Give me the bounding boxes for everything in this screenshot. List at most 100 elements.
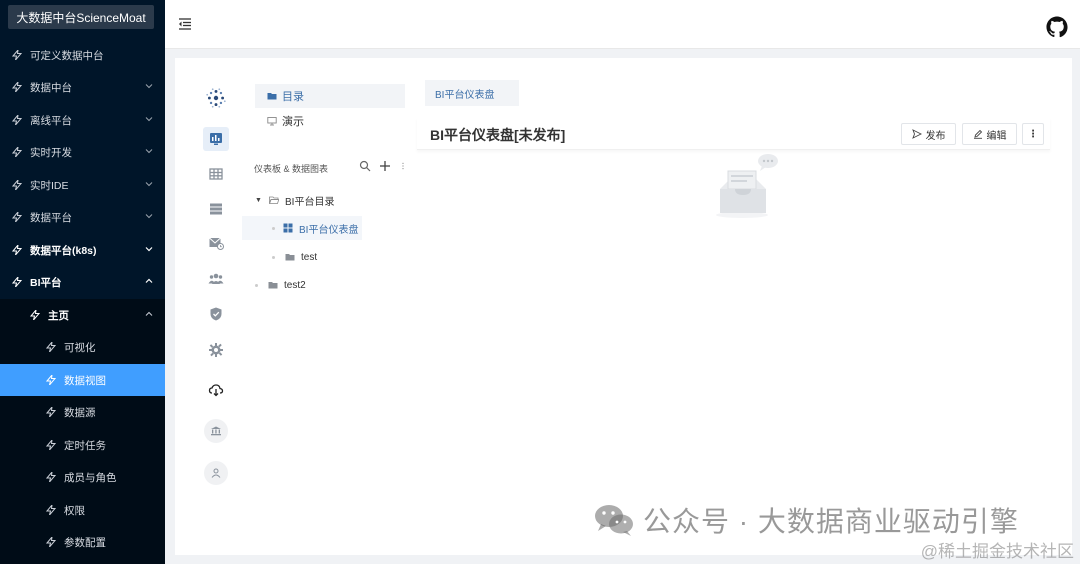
lightning-icon	[30, 310, 40, 320]
monitor-icon	[267, 117, 277, 126]
chevron-down-icon	[145, 117, 153, 122]
tree-node-label: test	[301, 251, 318, 263]
lightning-icon	[46, 505, 56, 515]
users-icon[interactable]	[203, 267, 229, 291]
sidebar: 大数据中台ScienceMoat 可定义数据中台 数据中台 离线平台 实时开发 …	[0, 0, 165, 564]
dashboard-grid-icon	[283, 223, 293, 233]
menu-item-members-roles[interactable]: 成员与角色	[0, 461, 165, 493]
menu-item-data-view[interactable]: 数据视图	[0, 364, 165, 396]
cloud-download-icon[interactable]	[203, 378, 229, 402]
watermark-main: 公众号 · 大数据商业驱动引擎	[593, 500, 1019, 540]
edit-icon	[973, 129, 982, 139]
menu-label: 可视化	[64, 341, 96, 354]
lightning-icon	[46, 407, 56, 417]
github-icon[interactable]	[1046, 16, 1068, 38]
chevron-down-icon	[145, 214, 153, 219]
chevron-down-icon	[145, 182, 153, 187]
menu-item-custom-data-platform[interactable]: 可定义数据中台	[0, 39, 165, 71]
tab-bi-dashboard[interactable]: BI平台仪表盘	[425, 80, 519, 106]
menu-label: 实时IDE	[30, 179, 69, 192]
more-button[interactable]: ⋮	[1022, 123, 1044, 145]
chevron-down-icon	[145, 84, 153, 89]
plus-icon[interactable]	[379, 160, 391, 172]
lightning-icon	[12, 115, 22, 125]
lightning-icon	[46, 375, 56, 385]
menu-item-data-middle-platform[interactable]: 数据中台	[0, 71, 165, 103]
menu-item-param-config[interactable]: 参数配置	[0, 526, 165, 558]
menu-item-data-source[interactable]: 数据源	[0, 396, 165, 428]
folder-icon	[267, 93, 277, 100]
lightning-icon	[12, 245, 22, 255]
tab-demo[interactable]: 演示	[255, 109, 405, 133]
dashboard-icon[interactable]	[203, 127, 229, 151]
list-icon[interactable]	[203, 197, 229, 221]
tree-dot	[272, 226, 275, 230]
menu-label: 数据源	[64, 406, 96, 419]
chevron-up-icon	[145, 311, 153, 316]
more-vertical-icon[interactable]	[399, 160, 407, 172]
tree-node-test[interactable]: test	[272, 245, 372, 269]
menu-fold-icon[interactable]	[178, 17, 192, 31]
folder-icon	[285, 254, 295, 261]
tree-node-label: BI平台仪表盘	[299, 224, 359, 236]
menu-item-realtime-dev[interactable]: 实时开发	[0, 136, 165, 168]
logo-icon	[203, 86, 229, 110]
tab-label: 目录	[282, 91, 304, 103]
schedule-icon[interactable]	[203, 231, 229, 255]
menu-label: 数据平台(k8s)	[30, 244, 97, 257]
tree-dot	[272, 255, 275, 259]
menu-label: 实时开发	[30, 146, 72, 159]
chevron-down-icon	[145, 149, 153, 154]
menu-label: BI平台	[30, 276, 62, 289]
menu-label: 成员与角色	[64, 471, 117, 484]
publish-button[interactable]: 发布	[901, 123, 956, 145]
tab-directory[interactable]: 目录	[255, 84, 405, 108]
empty-state-icon	[716, 154, 778, 218]
menu-label: 主页	[48, 309, 69, 322]
brand-title[interactable]: 大数据中台ScienceMoat	[8, 5, 154, 29]
table-icon[interactable]	[203, 162, 229, 186]
lightning-icon	[12, 82, 22, 92]
shield-icon[interactable]	[203, 302, 229, 326]
lightning-icon	[12, 277, 22, 287]
watermark-text: 公众号 · 大数据商业驱动引擎	[643, 506, 1019, 537]
search-icon[interactable]	[359, 160, 371, 172]
folder-open-icon	[269, 196, 279, 204]
caret-down-icon[interactable]: ▼	[255, 197, 263, 204]
menu-item-realtime-ide[interactable]: 实时IDE	[0, 169, 165, 201]
menu-label: 数据视图	[64, 374, 106, 387]
user-icon[interactable]	[204, 461, 228, 485]
main-card: 目录 演示 仪表板 & 数据图表 ▼ BI平台目录 BI平台仪表盘 test t…	[175, 58, 1072, 555]
menu-item-data-platform[interactable]: 数据平台	[0, 201, 165, 233]
lightning-icon	[12, 147, 22, 157]
tree-node-bi-dashboard[interactable]: BI平台仪表盘	[242, 216, 362, 240]
tree-node-label: BI平台目录	[285, 196, 335, 208]
tree-node-label: test2	[284, 279, 306, 291]
menu-label: 参数配置	[64, 536, 106, 549]
menu-item-scheduled-tasks[interactable]: 定时任务	[0, 429, 165, 461]
tree-node-bi-directory[interactable]: ▼ BI平台目录	[255, 188, 405, 212]
menu-item-home[interactable]: 主页	[0, 299, 165, 331]
menu-label: 定时任务	[64, 439, 106, 452]
menu-item-visualization[interactable]: 可视化	[0, 331, 165, 363]
send-icon	[911, 129, 922, 139]
tree-node-test2[interactable]: test2	[255, 273, 355, 297]
lightning-icon	[12, 180, 22, 190]
lightning-icon	[46, 342, 56, 352]
menu-label: 权限	[64, 504, 85, 517]
lightning-icon	[46, 537, 56, 547]
menu-item-bi-platform[interactable]: BI平台	[0, 266, 165, 298]
settings-icon[interactable]	[203, 338, 229, 362]
lightning-icon	[46, 472, 56, 482]
publish-label: 发布	[925, 130, 946, 142]
bank-icon[interactable]	[204, 419, 228, 443]
menu-label: 可定义数据中台	[30, 49, 104, 62]
menu-item-data-platform-k8s[interactable]: 数据平台(k8s)	[0, 234, 165, 266]
watermark-secondary: @稀土掘金技术社区	[920, 542, 1074, 561]
folder-icon	[268, 282, 278, 289]
menu-item-permissions[interactable]: 权限	[0, 494, 165, 526]
edit-button[interactable]: 编辑	[962, 123, 1017, 145]
menu-item-offline-platform[interactable]: 离线平台	[0, 104, 165, 136]
chevron-down-icon	[145, 247, 153, 252]
edit-label: 编辑	[986, 130, 1007, 142]
